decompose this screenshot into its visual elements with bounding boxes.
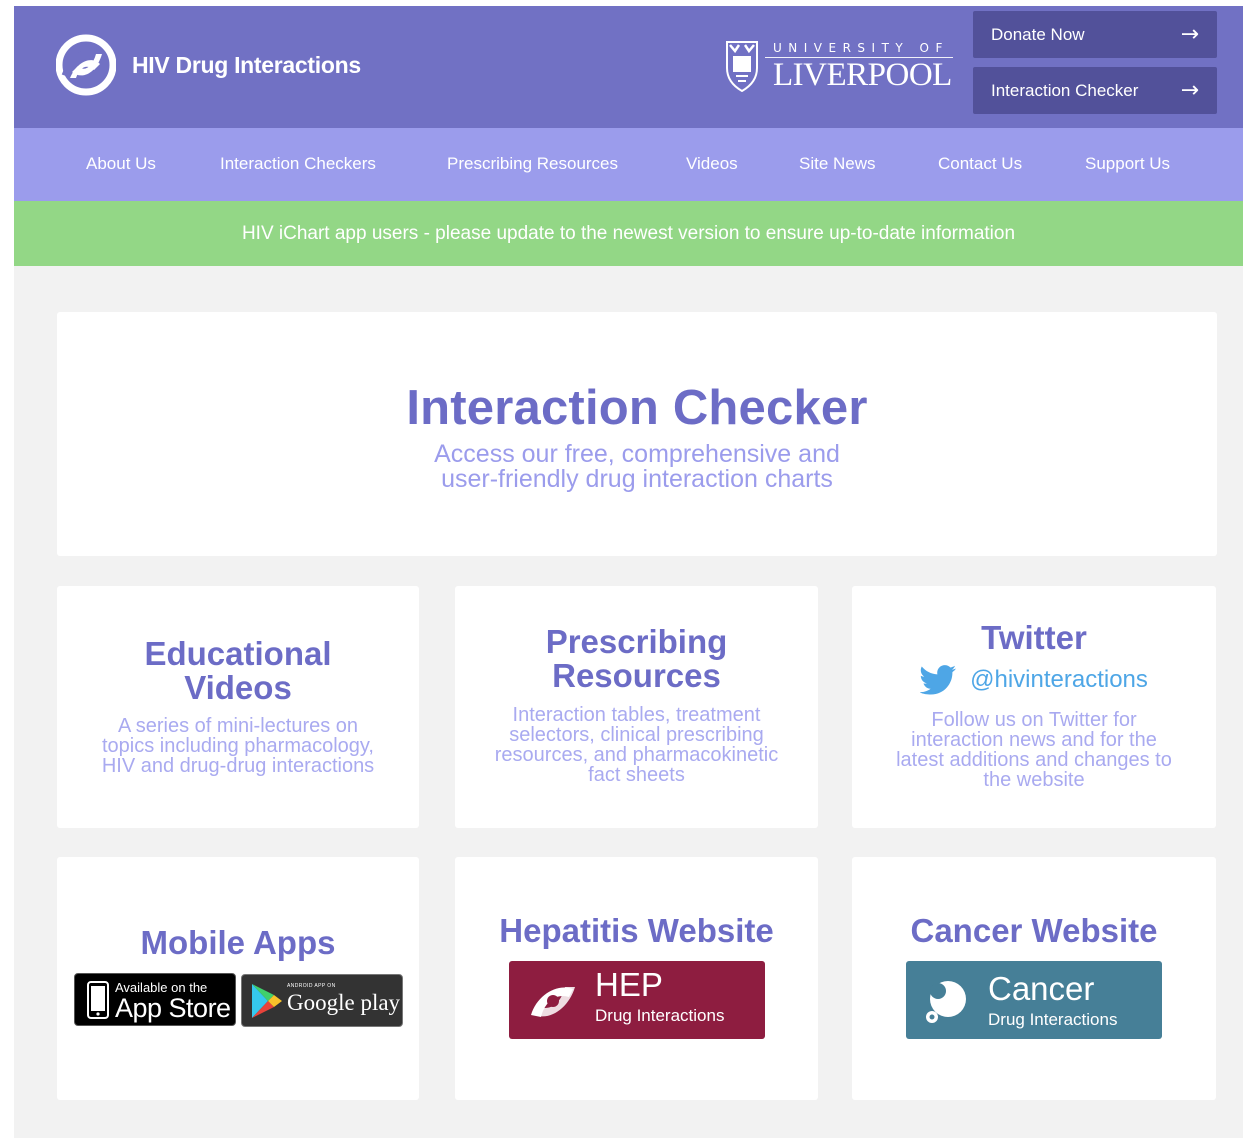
page: HIV Drug Interactions UNIVERSITY OF LIVE…	[14, 6, 1243, 1138]
hepatitis-website-card[interactable]: Hepatitis Website HEP Drug Interactions	[455, 857, 818, 1100]
desc-line: interaction news and for the	[911, 729, 1157, 751]
desc-line: latest additions and changes to	[896, 749, 1172, 771]
hep-badge-title: HEP	[595, 966, 663, 1003]
mobile-apps-title: Mobile Apps	[140, 924, 336, 961]
cancer-website-card[interactable]: Cancer Website Cancer Drug Interactions	[852, 857, 1216, 1100]
hep-logo-icon	[531, 987, 575, 1017]
twitter-handle-link[interactable]: @hivinteractions	[852, 665, 1216, 695]
interaction-checker-label: Interaction Checker	[991, 80, 1139, 100]
desc-line: Follow us on Twitter for	[931, 709, 1137, 731]
title-line: Resources	[552, 657, 721, 694]
prescribing-resources-title: Prescribing Resources	[455, 625, 818, 693]
update-notice-text: HIV iChart app users - please update to …	[241, 222, 1016, 244]
twitter-handle: @hivinteractions	[970, 666, 1148, 693]
nav-item-site-news[interactable]: Site News	[799, 154, 876, 174]
university-name: LIVERPOOL	[773, 57, 952, 93]
desc-line: HIV and drug-drug interactions	[101, 755, 375, 777]
google-play-small-label: ANDROID APP ON	[287, 983, 336, 989]
arrow-right-icon: →	[1180, 78, 1199, 103]
donate-now-label: Donate Now	[991, 24, 1085, 44]
desc-line: resources, and pharmacokinetic	[494, 744, 779, 766]
title-line: Prescribing	[545, 623, 728, 660]
cancer-website-title: Cancer Website	[910, 912, 1158, 949]
university-logo[interactable]: UNIVERSITY OF LIVERPOOL	[725, 38, 953, 94]
hepatitis-website-title: Hepatitis Website	[499, 912, 774, 949]
twitter-bird-icon	[920, 665, 957, 695]
interaction-checker-card[interactable]: Interaction Checker Access our free, com…	[57, 312, 1217, 556]
title-line: Videos	[184, 669, 292, 706]
nav-item-support-us[interactable]: Support Us	[1085, 154, 1170, 174]
donate-now-button[interactable]: Donate Now →	[973, 11, 1217, 58]
hep-interactions-logo: HEP Drug Interactions	[509, 961, 765, 1039]
liverpool-crest-icon	[726, 41, 758, 92]
cancer-badge-subtitle: Drug Interactions	[988, 1010, 1118, 1029]
nav-item-interaction-checkers[interactable]: Interaction Checkers	[220, 154, 376, 174]
interaction-checker-button[interactable]: Interaction Checker →	[973, 67, 1217, 114]
site-header: HIV Drug Interactions UNIVERSITY OF LIVE…	[14, 6, 1243, 128]
university-of-label: UNIVERSITY OF	[773, 41, 949, 55]
twitter-title: Twitter	[981, 619, 1087, 656]
cancer-logo-icon	[926, 981, 966, 1023]
brand-name: HIV Drug Interactions	[132, 51, 361, 78]
arrow-right-icon: →	[1180, 22, 1199, 47]
educational-videos-title: Educational Videos	[57, 637, 419, 705]
educational-videos-card[interactable]: Educational Videos A series of mini-lect…	[57, 586, 419, 828]
nav-item-contact-us[interactable]: Contact Us	[938, 154, 1022, 174]
google-play-icon	[252, 984, 282, 1018]
subtitle-line: Access our free, comprehensive and	[434, 440, 840, 468]
twitter-card[interactable]: Twitter @hivinteractions Follow us on Tw…	[852, 586, 1216, 828]
prescribing-resources-card[interactable]: Prescribing Resources Interaction tables…	[455, 586, 818, 828]
educational-videos-description: A series of mini-lectures on topics incl…	[57, 716, 419, 776]
desc-line: Interaction tables, treatment	[512, 704, 761, 726]
prescribing-resources-description: Interaction tables, treatment selectors,…	[455, 705, 818, 785]
interaction-checker-title: Interaction Checker	[406, 381, 868, 435]
subtitle-line: user-friendly drug interaction charts	[441, 465, 833, 493]
app-store-label: App Store	[115, 993, 231, 1023]
cancer-interactions-logo: Cancer Drug Interactions	[906, 961, 1162, 1039]
nav-item-about-us[interactable]: About Us	[86, 154, 156, 174]
google-play-label: Google play	[287, 990, 401, 1015]
nav-item-prescribing-resources[interactable]: Prescribing Resources	[447, 154, 618, 174]
desc-line: the website	[983, 769, 1085, 791]
desc-line: A series of mini-lectures on	[117, 715, 359, 737]
hep-badge-subtitle: Drug Interactions	[595, 1006, 725, 1025]
app-store-badge[interactable]: Available on the App Store	[74, 973, 236, 1026]
desc-line: topics including pharmacology,	[101, 735, 374, 757]
title-line: Educational	[144, 635, 332, 672]
interaction-checker-subtitle: Access our free, comprehensive and user-…	[57, 442, 1217, 492]
main-nav: About Us Interaction Checkers Prescribin…	[14, 128, 1243, 201]
google-play-badge[interactable]: ANDROID APP ON Google play	[241, 974, 403, 1027]
brand-link[interactable]: HIV Drug Interactions	[56, 34, 361, 96]
twitter-description: Follow us on Twitter for interaction new…	[852, 710, 1216, 790]
apple-phone-icon	[87, 981, 109, 1019]
hiv-logo-icon	[56, 34, 116, 96]
nav-item-videos[interactable]: Videos	[686, 154, 738, 174]
desc-line: selectors, clinical prescribing	[509, 724, 764, 746]
cancer-badge-title: Cancer	[988, 970, 1095, 1007]
desc-line: fact sheets	[588, 764, 685, 786]
update-notice-banner[interactable]: HIV iChart app users - please update to …	[14, 201, 1243, 266]
mobile-apps-card: Mobile Apps Available on the App Store A…	[57, 857, 419, 1100]
